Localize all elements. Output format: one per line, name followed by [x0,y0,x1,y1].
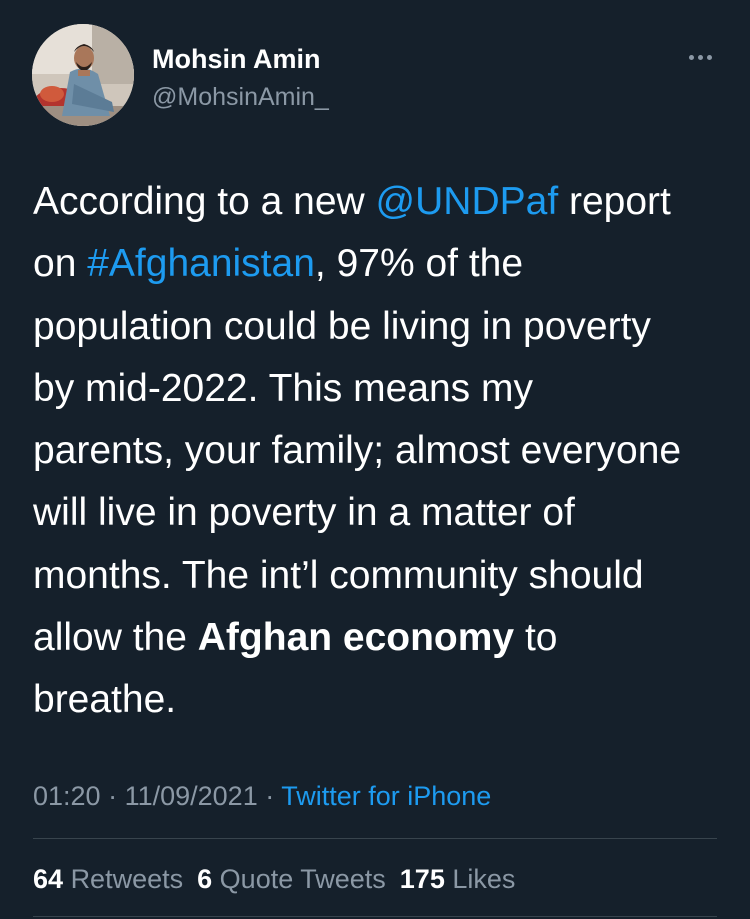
tweet-time[interactable]: 01:20 [33,781,101,811]
likes-label: Likes [452,864,516,894]
more-dot [706,54,712,60]
tweet-date[interactable]: 11/09/2021 [125,781,258,811]
hashtag-link[interactable]: #Afghanistan [87,242,315,285]
text-segment: allow the [33,616,198,660]
mention-link[interactable]: @UNDPaf [376,180,559,223]
text-segment: According to a new [33,180,376,223]
meta-separator: · [100,781,125,811]
author-avatar[interactable] [32,24,134,126]
tweet-line: According to a new @UNDPaf report [33,171,733,233]
avatar-photo [32,24,134,126]
bold-text: Afghan economy [197,616,515,660]
author-display-name[interactable]: Mohsin Amin [152,42,321,76]
tweet-meta: 01:20 · 11/09/2021 · Twitter for iPhone [33,778,491,814]
tweet-line: on #Afghanistan, 97% of the [33,233,733,295]
retweets-label: Retweets [70,864,184,894]
author-handle[interactable]: @MohsinAmin_ [152,81,329,113]
text-segment: report [558,180,671,223]
text-segment: breathe. [33,678,177,722]
more-dot [697,54,703,60]
text-segment: to [514,616,558,660]
tweet-line: breathe. [33,669,733,731]
quote-tweets-count: 6 [197,864,213,894]
text-segment: by mid-2022. This means my [33,366,533,410]
likes-stat[interactable]: 175 Likes [400,864,516,894]
tweet-line: parents, your family; almost everyone [33,420,733,482]
tweet-stats: 64 Retweets 6 Quote Tweets 175 Likes [33,861,515,897]
more-horizontal-icon[interactable] [680,42,720,72]
tweet-line: will live in poverty in a matter of [33,482,733,544]
tweet-source-link[interactable]: Twitter for iPhone [281,781,491,811]
text-segment: on [33,242,88,286]
text-segment: parents, your family; almost everyone [33,429,682,473]
quote-tweets-stat[interactable]: 6 Quote Tweets [197,864,386,894]
tweet-text: According to a new @UNDPaf report on #Afg… [33,171,733,732]
text-segment: months. The int’l community should [33,553,644,597]
retweets-count: 64 [33,864,64,894]
tweet-line: allow the Afghan economy to [33,607,733,669]
tweet-line: population could be living in poverty [33,296,733,358]
likes-count: 175 [399,864,445,894]
tweet-line: by mid-2022. This means my [33,358,733,420]
text-segment: will live in poverty in a matter of [33,491,575,535]
retweets-stat[interactable]: 64 Retweets [33,864,183,894]
meta-separator: · [257,781,282,811]
text-segment: , 97% of the [314,242,524,286]
divider [33,838,717,839]
text-segment: population could be living in poverty [33,304,651,348]
divider [33,916,717,917]
tweet-line: months. The int’l community should [33,545,733,607]
quote-tweets-label: Quote Tweets [219,864,386,894]
more-dot [688,54,694,60]
